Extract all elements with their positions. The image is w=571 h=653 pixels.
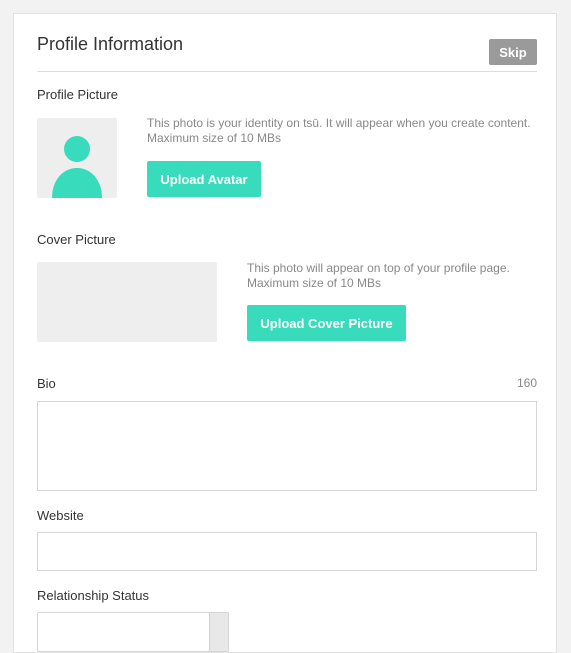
bio-textarea[interactable] (37, 401, 537, 491)
relationship-status-label: Relationship Status (37, 588, 150, 603)
user-silhouette-icon (52, 136, 102, 198)
profile-picture-help-line1: This photo is your identity on tsū. It w… (147, 116, 531, 130)
cover-picture-label: Cover Picture (37, 232, 116, 247)
profile-picture-label: Profile Picture (37, 87, 118, 102)
profile-picture-help: This photo is your identity on tsū. It w… (147, 116, 542, 146)
profile-picture-help-line2: Maximum size of 10 MBs (147, 131, 282, 145)
cover-picture-help-line2: Maximum size of 10 MBs (247, 276, 382, 290)
profile-information-card: Profile Information Skip Profile Picture… (13, 13, 557, 653)
bio-label: Bio (37, 376, 56, 391)
cover-picture-help: This photo will appear on top of your pr… (247, 261, 542, 291)
skip-button[interactable]: Skip (489, 39, 537, 65)
page-title: Profile Information (37, 34, 184, 54)
cover-picture-help-line1: This photo will appear on top of your pr… (247, 261, 510, 275)
dropdown-arrow-icon[interactable] (209, 613, 228, 651)
upload-cover-picture-button[interactable]: Upload Cover Picture (247, 305, 406, 341)
avatar-placeholder (37, 118, 117, 198)
bio-char-counter: 160 (516, 376, 537, 390)
upload-avatar-button[interactable]: Upload Avatar (147, 161, 261, 197)
website-label: Website (37, 508, 84, 523)
cover-placeholder (37, 262, 217, 342)
header-divider (37, 71, 537, 72)
website-input[interactable] (37, 532, 537, 571)
relationship-status-select[interactable] (37, 612, 229, 652)
